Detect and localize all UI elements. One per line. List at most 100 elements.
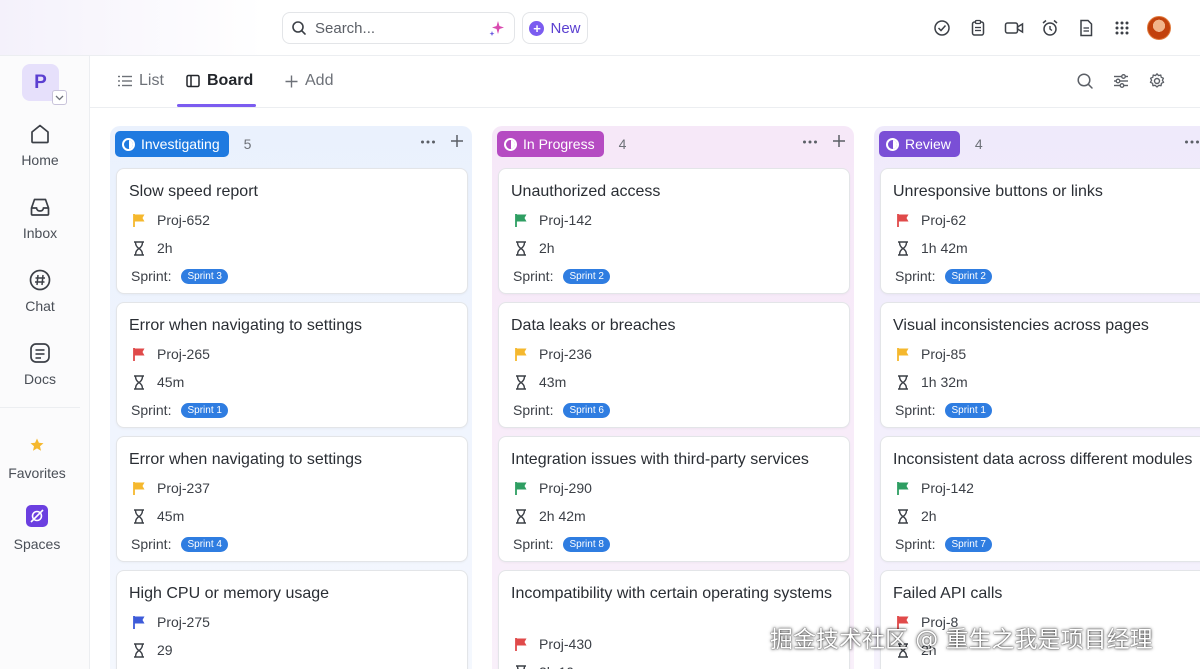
task-time-row: 2h 42m [513,508,586,524]
sidebar-item-favorites[interactable]: Favorites [0,437,77,481]
task-title[interactable]: Data leaks or breaches [511,315,839,337]
flag-icon [131,614,147,630]
clipboard-icon[interactable] [966,16,990,40]
add-view-button[interactable]: Add [285,72,333,90]
hourglass-icon [895,374,911,390]
sprint-badge[interactable]: Sprint 2 [563,268,610,284]
task-title[interactable]: Error when navigating to settings [129,449,457,471]
task-id: Proj-85 [921,346,967,362]
status-in-progress-icon [504,137,517,151]
sprint-badge[interactable]: Sprint 1 [945,402,992,418]
chevron-down-icon[interactable] [52,90,67,105]
task-time: 43m [539,374,567,390]
task-sprint-row: Sprint: Sprint 2 [895,268,992,284]
new-button[interactable]: + New [522,12,588,44]
user-avatar[interactable] [1147,16,1171,40]
hourglass-icon [895,508,911,524]
ai-sparkle-icon[interactable] [488,19,506,37]
task-title[interactable]: Unauthorized access [511,181,839,203]
sprint-badge[interactable]: Sprint 4 [181,536,228,552]
filter-sliders-icon[interactable] [1112,72,1130,90]
search-icon[interactable] [1076,72,1094,90]
task-id: Proj-290 [539,480,592,496]
task-time: 1h 42m [921,240,968,256]
task-title[interactable]: Integration issues with third-party serv… [511,449,839,471]
task-id: Proj-275 [157,614,210,630]
task-card[interactable]: Integration issues with third-party serv… [498,436,850,562]
status-pill[interactable]: Investigating [115,131,229,157]
more-options-icon[interactable] [420,134,436,150]
task-title[interactable]: Error when navigating to settings [129,315,457,337]
task-card[interactable]: Visual inconsistencies across pages Proj-… [880,302,1200,428]
sidebar-item-inbox[interactable]: Inbox [0,195,80,241]
sprint-label: Sprint: [131,268,172,284]
flag-icon [131,212,147,228]
add-task-icon[interactable] [450,134,464,148]
sprint-label: Sprint: [131,536,172,552]
add-task-icon[interactable] [832,134,846,148]
tab-board[interactable]: Board [186,72,253,90]
task-sprint-row: Sprint: Sprint 8 [513,536,610,552]
task-title[interactable]: Visual inconsistencies across pages [893,315,1200,337]
flag-icon [131,480,147,496]
task-id-row: Proj-85 [895,346,966,362]
task-sprint-row: Sprint: Sprint 2 [513,268,610,284]
more-options-icon[interactable] [802,134,818,150]
sidebar-item-label: Spaces [13,536,61,552]
column-count: 4 [974,136,983,152]
task-time-row: 1h 42m [895,240,968,256]
grid-apps-icon[interactable] [1110,16,1134,40]
sidebar-item-chat[interactable]: Chat [0,268,80,314]
hourglass-icon [513,240,529,256]
alarm-icon[interactable] [1038,16,1062,40]
task-card[interactable]: Unauthorized access Proj-142 2h Sprint: Spri… [498,168,850,294]
status-pill[interactable]: In Progress [497,131,604,157]
inbox-icon [28,195,52,219]
sprint-badge[interactable]: Sprint 2 [945,268,992,284]
status-pill[interactable]: Review [879,131,960,157]
sidebar-item-docs[interactable]: Docs [0,341,80,387]
tab-list[interactable]: List [118,72,164,90]
settings-gear-icon[interactable] [1148,72,1166,90]
video-icon[interactable] [1002,16,1026,40]
sprint-badge[interactable]: Sprint 3 [181,268,228,284]
task-card[interactable]: Data leaks or breaches Proj-236 43m Sprint:… [498,302,850,428]
sidebar-item-spaces[interactable]: Spaces [0,504,77,552]
top-bar: Search... + New [0,0,1200,56]
task-card[interactable]: Error when navigating to settings Proj-26… [116,302,468,428]
search-icon [292,21,306,35]
sprint-badge[interactable]: Sprint 1 [181,402,228,418]
sprint-label: Sprint: [513,402,554,418]
sidebar-divider [0,407,80,408]
task-title[interactable]: Incompatibility with certain operating s… [511,583,839,605]
more-options-icon[interactable] [1184,134,1200,150]
status-label: Investigating [141,136,220,152]
tab-board-label: Board [207,72,254,89]
sprint-badge[interactable]: Sprint 7 [945,536,992,552]
task-title[interactable]: Slow speed report [129,181,457,203]
column-header: Review 4 [879,131,983,157]
sprint-badge[interactable]: Sprint 8 [563,536,610,552]
task-sprint-row: Sprint: Sprint 1 [131,402,228,418]
task-card[interactable]: Unresponsive buttons or links Proj-62 1h 4… [880,168,1200,294]
task-card[interactable]: Error when navigating to settings Proj-23… [116,436,468,562]
task-title[interactable]: High CPU or memory usage [129,583,457,605]
task-id-row: Proj-430 [513,636,592,652]
search-input[interactable]: Search... [315,20,488,37]
task-title[interactable]: Unresponsive buttons or links [893,181,1200,203]
hourglass-icon [513,664,529,669]
task-title[interactable]: Inconsistent data across different modul… [893,449,1200,471]
column-in-progress: In Progress 4 Unauthorized access Proj-142 2… [492,126,854,669]
check-circle-icon[interactable] [930,16,954,40]
flag-icon [513,212,529,228]
task-card[interactable]: High CPU or memory usage Proj-275 29 [116,570,468,669]
plus-icon: + [529,20,545,36]
task-card[interactable]: Slow speed report Proj-652 2h Sprint: Sprint… [116,168,468,294]
task-time-row: 29 [131,642,173,658]
sprint-badge[interactable]: Sprint 6 [563,402,610,418]
sidebar-item-home[interactable]: Home [0,122,80,168]
search-box[interactable]: Search... [282,12,515,44]
task-title[interactable]: Failed API calls [893,583,1200,605]
document-icon[interactable] [1074,16,1098,40]
task-card[interactable]: Inconsistent data across different modul… [880,436,1200,562]
